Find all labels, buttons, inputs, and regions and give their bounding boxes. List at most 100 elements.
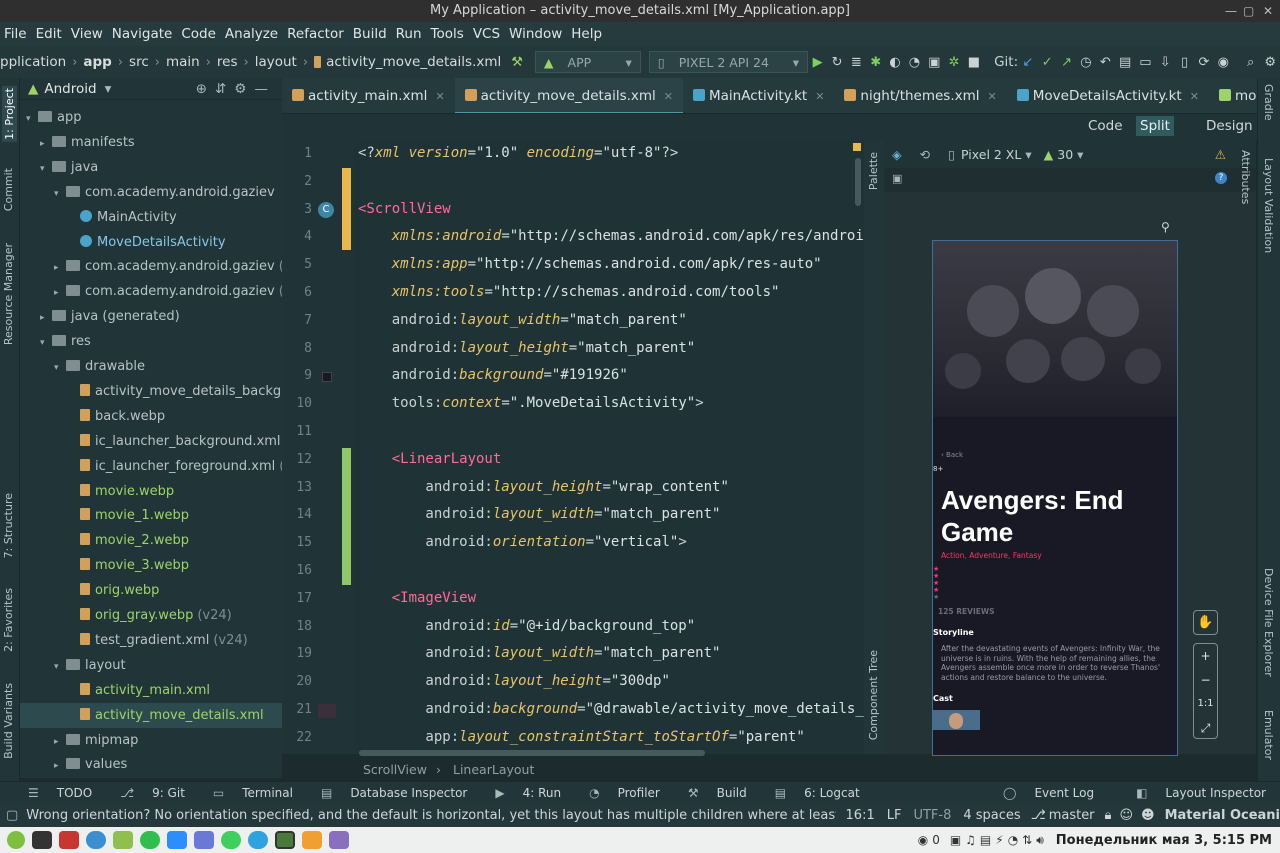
folder-app-icon[interactable] — [113, 831, 133, 849]
code-line[interactable]: <ImageView — [358, 590, 476, 606]
tree-item[interactable]: ▾ res — [20, 329, 282, 354]
pin-icon[interactable]: ⚲ — [1161, 220, 1170, 234]
git-update-icon[interactable]: ↙ — [1022, 55, 1033, 70]
clock[interactable]: Понедельник мая 3, 5:15 PM — [1056, 833, 1272, 848]
menu-help[interactable]: Help — [571, 26, 602, 42]
line-separator[interactable]: LF — [887, 808, 902, 823]
favorites-tool-tab[interactable]: 2: Favorites — [2, 588, 15, 652]
back-link[interactable]: ‹ Back — [941, 451, 963, 459]
expanded-arrow-icon[interactable]: ▾ — [54, 356, 66, 379]
git-push-icon[interactable]: ↗ — [1061, 55, 1072, 70]
close-tab-icon[interactable]: ✕ — [1190, 90, 1199, 103]
code-line[interactable]: android:layout_height="300dp" — [358, 673, 669, 689]
close-icon[interactable]: ✕ — [1263, 0, 1273, 22]
tree-item[interactable]: ▸ values — [20, 752, 282, 777]
tree-item[interactable]: movie_3.webp — [20, 553, 282, 578]
palette-tab[interactable]: Palette — [867, 152, 880, 190]
drawable-preview-icon[interactable] — [318, 704, 336, 718]
file-encoding[interactable]: UTF-8 — [913, 808, 951, 823]
sdk-manager-icon[interactable]: ⇩ — [1160, 55, 1171, 70]
pan-hand-icon[interactable]: ✋ — [1193, 610, 1218, 635]
activity-link-icon[interactable]: C — [318, 202, 334, 218]
breadcrumb-2[interactable]: src — [129, 54, 149, 70]
hammer-icon[interactable]: ⚒ — [511, 55, 523, 70]
status-message[interactable]: Wrong orientation? No orientation specif… — [26, 808, 835, 823]
editor-tab[interactable]: movie_3.webp✕ — [1209, 78, 1257, 113]
zoom-fit-button[interactable]: ⤢ — [1194, 716, 1217, 740]
toolwindow-9-git[interactable]: ⎇ 9: Git — [106, 786, 185, 800]
commit-tool-tab[interactable]: Commit — [2, 168, 15, 211]
android-studio-icon[interactable] — [275, 831, 295, 849]
code-line[interactable]: android:layout_height="wrap_content" — [358, 479, 728, 495]
color-swatch-icon[interactable] — [322, 372, 332, 382]
orientation-icon[interactable]: ⟲ — [920, 147, 930, 162]
help-icon[interactable]: ? — [1215, 172, 1227, 184]
expanded-arrow-icon[interactable]: ▾ — [54, 182, 66, 205]
zoom-icon[interactable] — [167, 831, 187, 849]
code-line[interactable]: <ScrollView — [358, 201, 451, 217]
code-line[interactable]: xmlns:app="http://schemas.android.com/ap… — [358, 256, 822, 272]
run-config-select[interactable]: ▲ APP ▾ — [534, 51, 641, 73]
tree-item[interactable]: ic_launcher_background.xml — [20, 429, 282, 454]
indent-setting[interactable]: 4 spaces — [963, 808, 1020, 823]
tree-item[interactable]: activity_move_details_backgrou — [20, 379, 282, 404]
status-icon[interactable]: ▢ — [6, 808, 18, 823]
maximize-icon[interactable]: ▢ — [1243, 0, 1254, 22]
editor-tab[interactable]: activity_main.xml ✕ — [282, 78, 455, 113]
firefox-icon[interactable] — [302, 831, 322, 849]
toolwindow-todo[interactable]: ☰ TODO — [14, 786, 92, 800]
preview-device-select[interactable]: Pixel 2 XL — [961, 147, 1021, 162]
chrome-icon[interactable] — [86, 831, 106, 849]
code-line[interactable]: xmlns:tools="http://schemas.android.com/… — [358, 284, 780, 300]
breadcrumb-0[interactable]: pplication — [0, 54, 66, 70]
menu-view[interactable]: View — [71, 26, 103, 42]
code-line[interactable]: <?xml version="1.0" encoding="utf-8"?> — [358, 145, 678, 161]
files-app-icon[interactable] — [59, 831, 79, 849]
horizontal-scrollbar[interactable] — [359, 750, 705, 756]
tree-item[interactable]: ▸com.academy.android.gaziev(test — [20, 279, 282, 304]
collapsed-arrow-icon[interactable]: ▸ — [54, 754, 66, 777]
tree-item[interactable]: ▾ layout — [20, 653, 282, 678]
breadcrumb-5[interactable]: layout — [255, 54, 297, 70]
menu-code[interactable]: Code — [181, 26, 216, 42]
tree-item[interactable]: orig_gray.webp (v24) — [20, 603, 282, 628]
tree-item[interactable]: ▸ manifests — [20, 130, 282, 155]
phone-preview[interactable]: ‹ Back 8+ Avengers: End Game Action, Adv… — [932, 240, 1178, 756]
history-icon[interactable]: ◷ — [1080, 55, 1091, 70]
tree-item[interactable]: orig.webp — [20, 578, 282, 603]
tray-status-icons[interactable]: ▣♫▤⚡◔⇅🔊︎ — [950, 833, 1048, 848]
smile-icon[interactable]: ☺ — [1119, 808, 1133, 823]
start-menu-icon[interactable] — [7, 831, 25, 849]
collapsed-arrow-icon[interactable]: ▸ — [40, 132, 52, 155]
tree-item[interactable]: ▸ mipmap — [20, 728, 282, 753]
editor-scrollbar[interactable] — [855, 158, 861, 206]
inspector-icon[interactable]: ☻ — [1141, 808, 1155, 823]
code-line[interactable]: android:layout_height="match_parent" — [358, 340, 695, 356]
spotify-icon[interactable] — [140, 831, 160, 849]
terminal-app-icon[interactable] — [32, 831, 52, 849]
tree-item[interactable]: MainActivity — [20, 205, 282, 230]
component-tree-tab[interactable]: Component Tree — [867, 650, 880, 740]
expanded-arrow-icon[interactable]: ▾ — [54, 655, 66, 678]
debugger-icon[interactable]: ✲ — [948, 55, 960, 70]
code-line[interactable]: android:background="@drawable/activity_m… — [358, 701, 864, 717]
zoom-out-button[interactable]: − — [1194, 668, 1217, 692]
menu-window[interactable]: Window — [509, 26, 562, 42]
editor-tab[interactable]: night/themes.xml ✕ — [834, 78, 1006, 113]
telegram-icon[interactable] — [248, 831, 268, 849]
view-dropdown-icon[interactable]: ▾ — [105, 81, 112, 97]
menu-run[interactable]: Run — [396, 26, 422, 42]
git-commit-icon[interactable]: ✓ — [1042, 55, 1053, 70]
code-view-button[interactable]: Code — [1088, 118, 1123, 134]
tree-item[interactable]: back.webp — [20, 404, 282, 429]
warning-icon[interactable]: ⚠ — [1215, 147, 1226, 162]
tree-item[interactable]: ▸com.academy.android.gaziev(andr — [20, 254, 282, 279]
split-view-button[interactable]: Split — [1136, 116, 1174, 136]
editor-tab[interactable]: activity_move_details.xml ✕ — [454, 78, 683, 113]
editor-tab[interactable]: MainActivity.kt ✕ — [683, 78, 834, 113]
layout-validation-tab[interactable]: Layout Validation — [1262, 158, 1275, 253]
collapsed-arrow-icon[interactable]: ▸ — [40, 306, 52, 329]
menu-edit[interactable]: Edit — [36, 26, 62, 42]
discord-icon[interactable] — [194, 831, 214, 849]
apply-code-icon[interactable]: ≣ — [851, 55, 862, 70]
